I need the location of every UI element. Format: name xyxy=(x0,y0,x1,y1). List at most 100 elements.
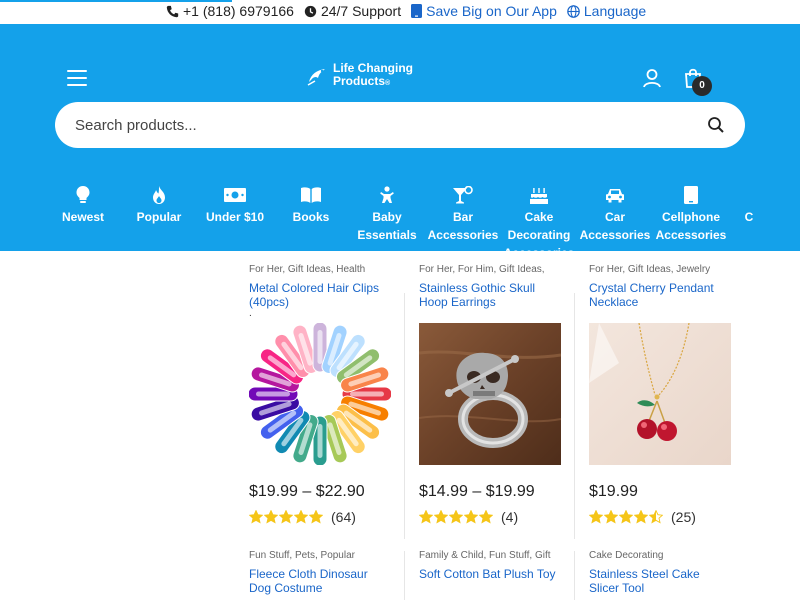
column-divider xyxy=(404,293,405,539)
product-card[interactable]: Fun Stuff, Pets, Popular Fleece Cloth Di… xyxy=(249,549,391,595)
star-icon xyxy=(604,510,618,524)
logo-mark-icon xyxy=(307,69,325,86)
support-text: 24/7 Support xyxy=(320,3,402,19)
account-icon[interactable] xyxy=(642,68,662,88)
star-icon xyxy=(649,510,663,524)
star-icon xyxy=(464,510,478,524)
column-divider xyxy=(404,551,405,600)
product-categories: For Her, Gift Ideas, Jewelry xyxy=(589,264,711,275)
phone-link[interactable]: +1 (818) 6979166 xyxy=(166,3,294,19)
star-icon xyxy=(294,510,308,524)
product-title[interactable]: Stainless Steel Cake Slicer Tool xyxy=(589,567,731,595)
product-card[interactable]: For Her, For Him, Gift Ideas, Stainless … xyxy=(419,263,561,525)
product-categories: Fun Stuff, Pets, Popular xyxy=(249,550,355,561)
star-rating xyxy=(249,510,323,524)
search-input[interactable] xyxy=(75,102,675,148)
page-load-progress-fill xyxy=(0,0,232,2)
star-icon xyxy=(279,510,293,524)
app-promo-link[interactable]: Save Big on Our App xyxy=(411,3,557,19)
product-card[interactable]: Family & Child, Fun Stuff, Gift Soft Cot… xyxy=(419,549,561,581)
star-rating xyxy=(589,510,663,524)
star-icon xyxy=(619,510,633,524)
product-categories: For Her, For Him, Gift Ideas, xyxy=(419,264,545,275)
search-icon[interactable] xyxy=(707,116,725,134)
review-count[interactable]: (25) xyxy=(671,509,696,525)
category-partial[interactable]: C xyxy=(729,184,769,226)
category-car-accessories[interactable]: Car Accessories xyxy=(577,184,653,244)
product-title[interactable]: Soft Cotton Bat Plush Toy xyxy=(419,567,561,581)
phone-icon xyxy=(166,5,179,17)
site-header: Life Changing Products® 0 Newest Popular… xyxy=(0,24,800,260)
review-count[interactable]: (4) xyxy=(501,509,518,525)
star-icon xyxy=(589,510,603,524)
product-note xyxy=(419,309,561,321)
language-selector[interactable]: Language xyxy=(567,3,646,19)
money-icon xyxy=(224,188,246,202)
category-books[interactable]: Books xyxy=(273,184,349,226)
star-icon xyxy=(634,510,648,524)
app-promo-text: Save Big on Our App xyxy=(426,3,557,19)
star-icon xyxy=(434,510,448,524)
menu-icon[interactable] xyxy=(67,70,87,86)
clock-icon xyxy=(304,5,317,17)
star-icon xyxy=(249,510,263,524)
language-text: Language xyxy=(583,3,647,19)
product-price: $19.99 xyxy=(589,483,638,500)
top-links: +1 (818) 6979166 24/7 Support Save Big o… xyxy=(166,3,646,19)
category-popular[interactable]: Popular xyxy=(121,184,197,226)
mobile-icon xyxy=(411,4,423,18)
category-bar-accessories[interactable]: Bar Accessories xyxy=(425,184,501,244)
product-card[interactable]: Cake Decorating Stainless Steel Cake Sli… xyxy=(589,549,731,595)
category-cellphone-accessories[interactable]: Cellphone Accessories xyxy=(653,184,729,244)
site-logo[interactable]: Life Changing Products® xyxy=(305,62,413,90)
page-load-progress xyxy=(0,0,800,2)
category-under-10[interactable]: Under $10 xyxy=(197,184,273,226)
lightbulb-icon xyxy=(76,186,90,203)
star-icon xyxy=(449,510,463,524)
product-rating: (4) xyxy=(419,509,561,525)
skull-earring-image[interactable] xyxy=(419,323,561,465)
phone-icon xyxy=(684,186,698,204)
top-bar: +1 (818) 6979166 24/7 Support Save Big o… xyxy=(0,0,800,24)
star-icon xyxy=(264,510,278,524)
book-icon xyxy=(301,187,321,203)
product-title[interactable]: Stainless Gothic Skull Hoop Earrings xyxy=(419,281,561,309)
product-categories: Cake Decorating xyxy=(589,550,664,561)
product-price: $19.99 – $22.90 xyxy=(249,483,365,500)
product-categories: Family & Child, Fun Stuff, Gift xyxy=(419,550,551,561)
product-card[interactable]: For Her, Gift Ideas, Jewelry Crystal Che… xyxy=(589,263,731,525)
product-grid: For Her, Gift Ideas, Health Metal Colore… xyxy=(0,251,800,600)
hair-clips-image[interactable] xyxy=(249,323,391,465)
cocktail-icon xyxy=(453,186,473,204)
support-link[interactable]: 24/7 Support xyxy=(304,3,401,19)
column-divider xyxy=(574,293,575,539)
search-bar xyxy=(55,102,745,148)
column-divider xyxy=(574,551,575,600)
globe-icon xyxy=(567,4,580,18)
product-price: $14.99 – $19.99 xyxy=(419,483,535,500)
baby-icon xyxy=(380,186,394,203)
star-rating xyxy=(419,510,493,524)
star-icon xyxy=(479,510,493,524)
phone-number: +1 (818) 6979166 xyxy=(183,3,294,19)
product-card[interactable]: For Her, Gift Ideas, Health Metal Colore… xyxy=(249,263,391,525)
product-rating: (64) xyxy=(249,509,391,525)
product-title[interactable]: Crystal Cherry Pendant Necklace xyxy=(589,281,731,309)
flame-icon xyxy=(153,186,165,204)
cake-icon xyxy=(530,188,548,204)
cart-count-badge: 0 xyxy=(692,76,712,96)
star-icon xyxy=(419,510,433,524)
review-count[interactable]: (64) xyxy=(331,509,356,525)
product-note: . xyxy=(249,308,252,319)
product-title[interactable]: Metal Colored Hair Clips (40pcs) xyxy=(249,281,391,309)
car-icon xyxy=(606,189,624,203)
product-categories: For Her, Gift Ideas, Health xyxy=(249,264,366,275)
product-title[interactable]: Fleece Cloth Dinosaur Dog Costume xyxy=(249,567,391,595)
category-newest[interactable]: Newest xyxy=(45,184,121,226)
category-baby-essentials[interactable]: Baby Essentials xyxy=(349,184,425,244)
logo-line-2: Products® xyxy=(333,74,391,88)
product-note xyxy=(589,309,731,321)
product-rating: (25) xyxy=(589,509,731,525)
star-icon xyxy=(309,510,323,524)
cherry-necklace-image[interactable] xyxy=(589,323,731,465)
